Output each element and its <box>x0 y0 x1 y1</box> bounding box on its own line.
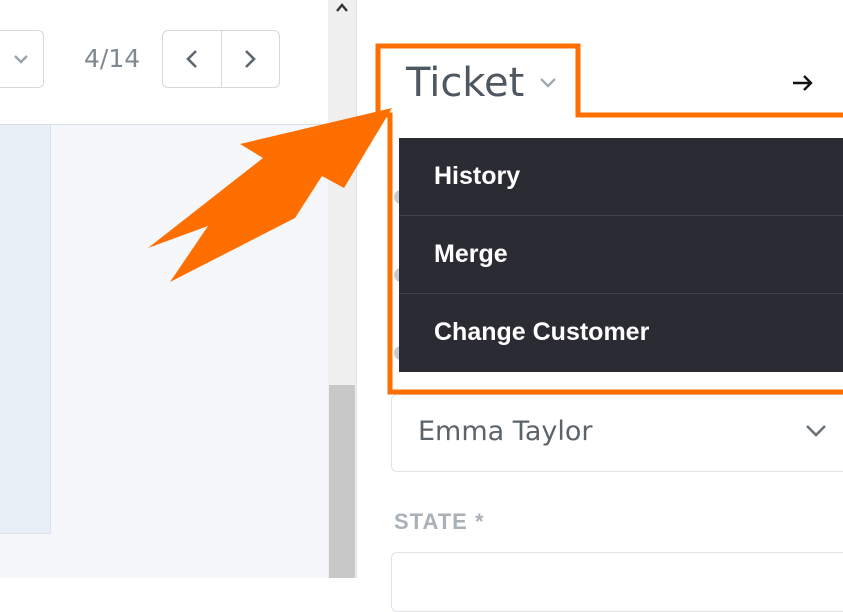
state-field-label: STATE * <box>394 509 485 534</box>
scroll-up-button[interactable] <box>328 2 356 22</box>
next-ticket-button[interactable] <box>220 31 280 87</box>
menu-item-history[interactable]: History <box>399 138 843 215</box>
previous-ticket-button[interactable] <box>163 31 221 87</box>
arrow-right-icon <box>793 75 813 91</box>
ticket-list-content <box>0 125 328 578</box>
pager-buttons <box>162 30 280 88</box>
scrollbar[interactable] <box>328 0 356 578</box>
ticket-list-selection[interactable] <box>0 125 51 534</box>
chevron-right-icon <box>245 50 257 68</box>
ticket-title: Ticket <box>406 60 525 106</box>
chevron-up-icon <box>336 3 348 12</box>
chevron-down-icon <box>14 55 28 64</box>
scrollbar-thumb[interactable] <box>329 385 355 578</box>
customer-select[interactable]: Emma Taylor <box>391 394 843 472</box>
chevron-left-icon <box>185 50 197 68</box>
menu-item-change-customer[interactable]: Change Customer <box>399 293 843 371</box>
panel-divider <box>356 0 357 578</box>
toolbar-dropdown-button[interactable] <box>0 30 44 88</box>
state-select[interactable] <box>391 552 843 612</box>
ticket-actions-menu: History Merge Change Customer <box>399 138 843 372</box>
menu-item-merge[interactable]: Merge <box>399 215 843 293</box>
ticket-list-panel: 4/14 <box>0 0 328 578</box>
chevron-down-icon <box>538 76 558 90</box>
ticket-menu-trigger[interactable]: Ticket <box>406 60 558 106</box>
chevron-down-icon <box>804 423 828 443</box>
forward-button[interactable] <box>788 68 818 98</box>
customer-value: Emma Taylor <box>418 416 593 447</box>
ticket-list-toolbar: 4/14 <box>0 0 328 125</box>
pager-position: 4/14 <box>84 44 141 73</box>
